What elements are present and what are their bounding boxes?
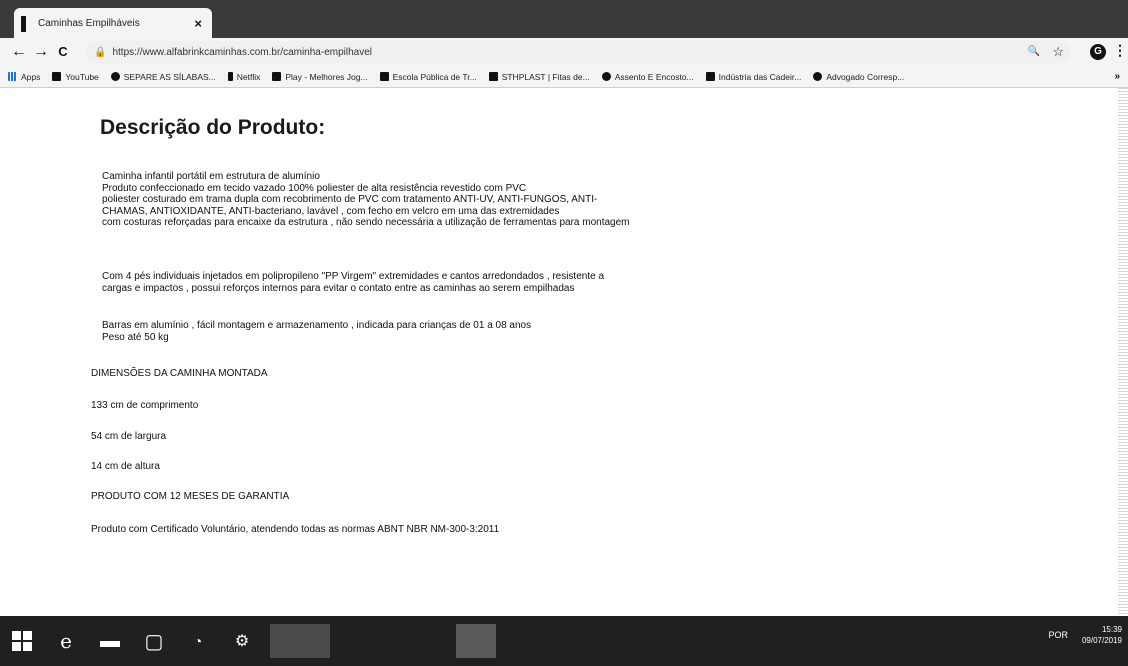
menu-icon[interactable]: ⋮: [1113, 42, 1127, 59]
description-line: Barras em alumínio , fácil montagem e ar…: [102, 320, 532, 331]
address-bar[interactable]: 🔒 https://www.alfabrinkcaminhas.com.br/c…: [86, 41, 1070, 63]
bookmark-separe-silabas[interactable]: SEPARE AS SÍLABAS...: [110, 72, 216, 82]
bookmark-star-icon[interactable]: ☆: [1052, 43, 1064, 61]
file-explorer-icon[interactable]: ▬: [88, 616, 132, 666]
dimensions-heading: DIMENSÕES DA CAMINHA MONTADA: [91, 368, 268, 379]
bookmark-apps[interactable]: Apps: [8, 72, 40, 82]
bookmarks-overflow-icon[interactable]: »: [1114, 71, 1120, 82]
height-spec: 14 cm de altura: [91, 461, 160, 472]
warranty-text: PRODUTO COM 12 MESES DE GARANTIA: [91, 491, 290, 502]
system-tray: POR 15:39 09/07/2019: [1048, 624, 1122, 646]
account-icon[interactable]: G: [1090, 44, 1106, 60]
page-content: Descrição do Produto: Caminha infantil p…: [0, 88, 1128, 616]
description-line: Peso até 50 kg: [102, 331, 169, 343]
browser-tab[interactable]: Caminhas Empilháveis ×: [14, 8, 212, 38]
bookmark-netflix[interactable]: Netflix: [227, 72, 260, 82]
settings-icon[interactable]: ⚙: [220, 616, 264, 666]
length-spec: 133 cm de comprimento: [91, 400, 199, 411]
bookmark-sthplast[interactable]: STHPLAST | Fitas de...: [488, 72, 590, 82]
netflix-icon: [227, 72, 233, 81]
feet-paragraph: Com 4 pés individuais injetados em polip…: [102, 271, 802, 294]
bookmark-assento[interactable]: Assento E Encosto...: [601, 72, 694, 82]
windows-icon: [12, 631, 32, 651]
description-line: Com 4 pés individuais injetados em polip…: [102, 271, 605, 282]
seat-icon: [601, 72, 611, 81]
description-line: poliester costurado em trama dupla com r…: [102, 194, 598, 205]
search-icon[interactable]: 🔍: [1028, 43, 1040, 61]
bookmark-escola[interactable]: Escola Pública de Tr...: [379, 72, 477, 82]
language-indicator[interactable]: POR: [1048, 630, 1068, 640]
running-app-thumbnail[interactable]: [270, 624, 330, 658]
clock-date: 09/07/2019: [1081, 636, 1122, 645]
page-title: Descrição do Produto:: [100, 116, 326, 139]
s-icon: [488, 72, 498, 81]
back-button[interactable]: ←: [8, 41, 30, 63]
reload-button[interactable]: C: [52, 41, 74, 63]
taskbar: e ▬ ▢ ◔ ⚙ POR 15:39 09/07/2019: [0, 616, 1128, 666]
tab-close-icon[interactable]: ×: [194, 16, 202, 31]
bookmark-youtube[interactable]: YouTube: [52, 72, 99, 82]
clock[interactable]: 15:39 09/07/2019: [1082, 624, 1122, 646]
start-button[interactable]: [0, 616, 44, 666]
bookmarks-bar: Apps YouTube SEPARE AS SÍLABAS... Netfli…: [0, 66, 1128, 88]
youtube-icon: [52, 72, 62, 81]
chrome-icon[interactable]: ◔: [176, 616, 220, 666]
description-line: Caminha infantil portátil em estrutura d…: [102, 171, 320, 182]
description-line: cargas e impactos , possui reforços inte…: [102, 282, 575, 294]
browser-toolbar: ← → C 🔒 https://www.alfabrinkcaminhas.co…: [0, 38, 1128, 66]
bookmark-advogado[interactable]: Advogado Corresp...: [813, 72, 904, 82]
width-spec: 54 cm de largura: [91, 431, 167, 442]
edge-icon[interactable]: e: [44, 616, 88, 666]
circle-icon: [110, 72, 120, 81]
chair-icon: [705, 72, 715, 81]
url-text: https://www.alfabrinkcaminhas.com.br/cam…: [112, 46, 373, 58]
tab-title: Caminhas Empilháveis: [38, 17, 140, 29]
school-icon: [379, 72, 389, 81]
running-app-icon[interactable]: [456, 624, 496, 658]
store-icon[interactable]: ▢: [132, 616, 176, 666]
forward-button[interactable]: →: [30, 41, 52, 63]
bars-paragraph: Barras em alumínio , fácil montagem e ar…: [102, 320, 802, 343]
description-line: CHAMAS, ANTIOXIDANTE, ANTI-bacteriano, l…: [102, 205, 560, 217]
bookmark-play[interactable]: Play - Melhores Jog...: [272, 72, 368, 82]
lawyer-icon: [813, 72, 823, 81]
bookmark-industria[interactable]: Indústria das Cadeir...: [705, 72, 801, 82]
apps-icon: [8, 72, 17, 81]
certification-text: Produto com Certificado Voluntário, aten…: [91, 524, 500, 535]
clock-time: 15:39: [1101, 625, 1122, 634]
description-paragraph: Caminha infantil portátil em estrutura d…: [102, 171, 802, 229]
description-line: Produto confeccionado em tecido vazado 1…: [102, 182, 527, 194]
lock-icon: 🔒: [94, 46, 107, 58]
scrollbar[interactable]: [1118, 88, 1128, 616]
tab-strip: Caminhas Empilháveis ×: [0, 0, 1128, 38]
play-icon: [272, 72, 282, 81]
favicon-icon: [21, 16, 26, 32]
description-line: com costuras reforçadas para encaixe da …: [102, 217, 630, 228]
